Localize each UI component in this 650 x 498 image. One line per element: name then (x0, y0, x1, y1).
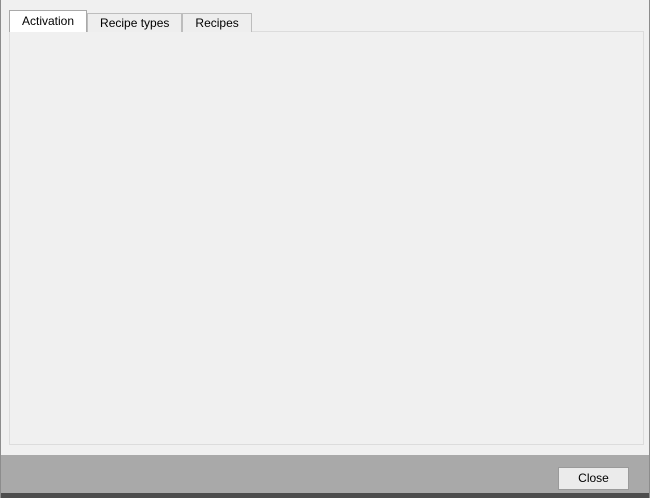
close-button[interactable]: Close (558, 467, 629, 490)
tab-recipes[interactable]: Recipes (182, 13, 251, 32)
tab-activation[interactable]: Activation (9, 10, 87, 32)
tab-bar: Activation Recipe types Recipes (9, 10, 252, 32)
dialog-footer-bar (1, 455, 649, 493)
window-bottom-edge (1, 493, 649, 498)
tab-recipe-types[interactable]: Recipe types (87, 13, 182, 32)
recipe-activation-dialog: Activation Recipe types Recipes Recipe t… (0, 0, 650, 498)
activation-tab-panel (9, 31, 644, 445)
